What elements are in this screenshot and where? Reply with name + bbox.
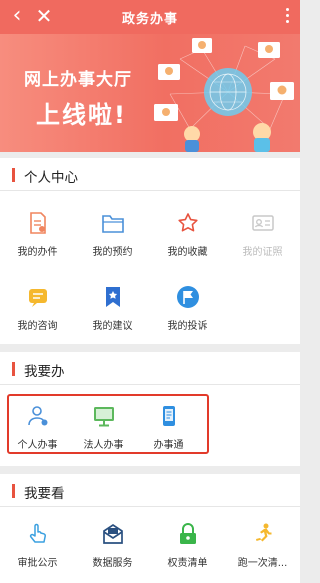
menu-item-label: 数据服务 bbox=[92, 558, 133, 569]
section-title: 我要办 bbox=[24, 364, 65, 380]
section-accent-bar bbox=[12, 362, 15, 376]
person-icon bbox=[28, 406, 48, 426]
bookmark-icon bbox=[106, 287, 120, 307]
promo-banner[interactable]: 网上办事大厅 上线啦! bbox=[0, 34, 300, 152]
section-header: 个人中心 bbox=[0, 158, 300, 191]
menu-item-one-visit-list[interactable]: 跑一次清... bbox=[225, 522, 300, 578]
document-icon bbox=[30, 212, 46, 234]
flag-icon bbox=[177, 286, 199, 308]
section-header: 我要看 bbox=[0, 474, 300, 507]
envelope-icon bbox=[103, 523, 123, 544]
banner-headline: 网上办事大厅 bbox=[24, 70, 132, 90]
menu-item-label: 审批公示 bbox=[17, 558, 58, 569]
menu-item-legal-entity-affairs[interactable]: 法人办事 bbox=[66, 404, 141, 460]
phone-doc-icon bbox=[163, 406, 175, 426]
folder-icon bbox=[102, 215, 124, 233]
menu-item-my-complaints[interactable]: 我的投诉 bbox=[150, 285, 225, 341]
hand-pointer-icon bbox=[29, 523, 46, 543]
menu-item-my-cases[interactable]: 我的办件 bbox=[0, 211, 75, 267]
handle-section: 我要办 个人办事 法人办事 办事通 bbox=[0, 352, 300, 466]
menu-item-label: 权责清单 bbox=[167, 558, 208, 569]
menu-item-responsibility-list[interactable]: 权责清单 bbox=[150, 522, 225, 578]
menu-item-label: 我的咨询 bbox=[17, 321, 58, 332]
menu-item-data-service[interactable]: 数据服务 bbox=[75, 522, 150, 578]
chat-icon bbox=[29, 289, 47, 307]
section-title: 我要看 bbox=[24, 486, 65, 502]
personal-center-section: 个人中心 我的办件 我的预约 我的收藏 我的证照 我的咨询 我的建议 我的投诉 bbox=[0, 158, 300, 344]
menu-item-label: 我的预约 bbox=[92, 247, 133, 258]
menu-item-my-appointments[interactable]: 我的预约 bbox=[75, 211, 150, 267]
view-section: 我要看 审批公示 数据服务 权责清单 跑一次清... bbox=[0, 474, 300, 583]
menu-item-my-favorites[interactable]: 我的收藏 bbox=[150, 211, 225, 267]
menu-item-label: 我的证照 bbox=[242, 247, 283, 258]
more-icon[interactable] bbox=[280, 6, 294, 28]
menu-item-my-inquiries[interactable]: 我的咨询 bbox=[0, 285, 75, 341]
menu-item-approval-publicity[interactable]: 审批公示 bbox=[0, 522, 75, 578]
menu-item-label: 我的收藏 bbox=[167, 247, 208, 258]
menu-item-affairs-pass[interactable]: 办事通 bbox=[131, 404, 206, 460]
menu-item-label: 我的投诉 bbox=[167, 321, 208, 332]
section-accent-bar bbox=[12, 168, 15, 182]
menu-item-label: 我的建议 bbox=[92, 321, 133, 332]
menu-item-label: 办事通 bbox=[153, 440, 184, 451]
section-title: 个人中心 bbox=[24, 170, 78, 186]
section-header: 我要办 bbox=[0, 352, 300, 385]
menu-item-label: 法人办事 bbox=[83, 440, 124, 451]
lock-icon bbox=[180, 523, 196, 544]
menu-item-my-suggestions[interactable]: 我的建议 bbox=[75, 285, 150, 341]
menu-item-personal-affairs[interactable]: 个人办事 bbox=[0, 404, 75, 460]
banner-subline: 上线啦! bbox=[36, 101, 127, 129]
menu-item-my-licenses[interactable]: 我的证照 bbox=[225, 211, 300, 267]
id-card-icon bbox=[252, 215, 274, 231]
network-people-illustration bbox=[154, 38, 294, 152]
menu-item-label: 跑一次清... bbox=[237, 558, 288, 569]
section-accent-bar bbox=[12, 484, 15, 498]
runner-icon bbox=[256, 523, 272, 542]
monitor-icon bbox=[94, 407, 114, 427]
page-title: 政务办事 bbox=[121, 12, 178, 27]
menu-item-label: 个人办事 bbox=[17, 440, 58, 451]
top-nav-bar: ‹ ✕ 政务办事 bbox=[0, 0, 300, 34]
star-icon bbox=[178, 213, 198, 232]
menu-item-label: 我的办件 bbox=[17, 247, 58, 258]
